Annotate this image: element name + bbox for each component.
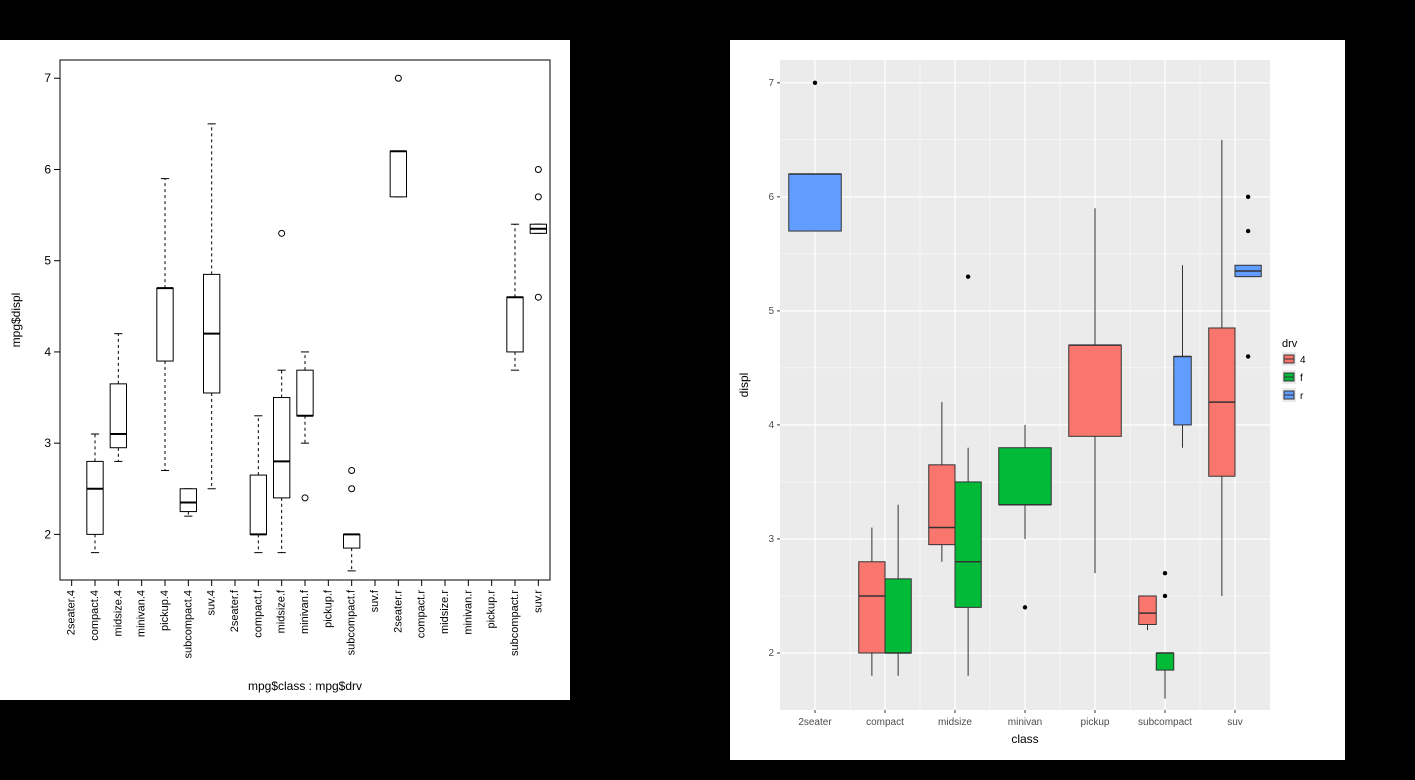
boxplot-outlier <box>1163 571 1167 575</box>
x-tick-label: compact <box>866 717 904 728</box>
x-tick-label: suv <box>1227 717 1243 728</box>
y-tick-label: 7 <box>768 78 774 89</box>
x-tick-label: suv.r <box>532 590 544 613</box>
y-tick-label: 3 <box>768 534 774 545</box>
x-tick-label: suv.f <box>369 589 381 612</box>
x-tick-label: compact.f <box>252 589 264 638</box>
y-tick-label: 2 <box>768 648 774 659</box>
plot-frame <box>60 60 550 580</box>
x-tick-label: pickup.4 <box>159 590 171 631</box>
x-tick-label: midsize <box>938 717 972 728</box>
y-tick-label: 5 <box>44 254 51 268</box>
x-tick-label: 2seater.f <box>229 589 241 632</box>
legend-title: drv <box>1282 338 1298 350</box>
boxplot-outlier <box>1163 594 1167 598</box>
boxplot-outlier <box>279 230 285 236</box>
boxplot-box <box>885 579 911 653</box>
y-axis-label: displ <box>737 373 751 398</box>
boxplot-box <box>250 475 266 534</box>
boxplot-outlier <box>1023 605 1027 609</box>
boxplot-box <box>1139 596 1157 625</box>
x-tick-label: pickup <box>1081 717 1110 728</box>
boxplot-outlier <box>302 495 308 501</box>
boxplot-box <box>157 288 173 361</box>
boxplot-box <box>297 370 313 416</box>
y-tick-label: 7 <box>44 71 51 85</box>
x-tick-label: minivan <box>1008 717 1042 728</box>
x-tick-label: subcompact.4 <box>182 590 194 658</box>
boxplot-box <box>390 151 406 197</box>
boxplot-outlier <box>535 194 541 200</box>
x-tick-label: midsize.4 <box>112 590 124 636</box>
boxplot-box <box>789 174 842 231</box>
y-tick-label: 4 <box>768 420 774 431</box>
boxplot-box <box>955 482 981 607</box>
x-tick-label: compact.r <box>416 590 428 639</box>
chart-container: 2 3 4 5 6 7 mpg$displ mpg$class : mpg$drv 2seate… <box>0 0 1415 780</box>
x-tick-label: 2seater <box>798 717 832 728</box>
right-chart-panel: 2 3 4 5 6 7 2seater compact midsize minivan pickup… <box>730 40 1345 760</box>
x-axis-label: mpg$class : mpg$drv <box>248 679 362 693</box>
legend-label: 4 <box>1300 355 1306 366</box>
y-axis-label: mpg$displ <box>9 293 23 348</box>
boxplot-outlier <box>535 294 541 300</box>
boxplot-box <box>929 465 955 545</box>
x-tick-label: subcompact.f <box>346 589 358 655</box>
boxplot-box <box>274 398 290 498</box>
x-tick-label: minivan.f <box>299 589 311 634</box>
boxplot-box <box>999 448 1052 505</box>
boxplot-outlier <box>349 486 355 492</box>
left-chart-panel: 2 3 4 5 6 7 mpg$displ mpg$class : mpg$drv 2seate… <box>0 40 570 700</box>
boxplot-outlier <box>1246 229 1250 233</box>
x-tick-label: midsize.f <box>276 589 288 633</box>
y-tick-label: 5 <box>768 306 774 317</box>
boxplot-outlier <box>535 166 541 172</box>
x-axis-label: class <box>1011 732 1038 746</box>
boxplot-outlier <box>1246 354 1250 358</box>
boxplot-outlier <box>966 274 970 278</box>
boxplot-box <box>507 297 523 352</box>
boxplot-box <box>859 562 885 653</box>
x-tick-label: pickup.f <box>322 589 334 628</box>
x-tick-label: compact.4 <box>89 590 101 641</box>
legend-label: r <box>1300 391 1304 402</box>
boxplot-box <box>1174 356 1192 424</box>
y-tick-label: 6 <box>44 162 51 176</box>
legend-label: f <box>1300 373 1303 384</box>
boxplot-outlier <box>349 468 355 474</box>
x-tick-label: suv.4 <box>206 590 218 615</box>
y-tick-label: 3 <box>44 436 51 450</box>
x-tick-label: subcompact.r <box>509 590 521 656</box>
boxplot-box <box>180 489 196 512</box>
boxplot-box <box>87 461 103 534</box>
x-tick-label: 2seater.4 <box>66 590 78 635</box>
boxplot-box <box>1156 653 1174 670</box>
boxplot-box <box>344 534 360 548</box>
x-tick-label: minivan.r <box>462 590 474 635</box>
x-tick-label: pickup.r <box>486 590 498 629</box>
y-tick-label: 2 <box>44 527 51 541</box>
right-chart-svg: 2 3 4 5 6 7 2seater compact midsize minivan pickup… <box>730 40 1345 760</box>
boxplot-outlier <box>1246 195 1250 199</box>
x-tick-label: subcompact <box>1138 717 1192 728</box>
boxplot-outlier <box>395 75 401 81</box>
boxplot-box <box>1069 345 1122 436</box>
x-tick-label: midsize.r <box>439 590 451 634</box>
left-chart-svg: 2 3 4 5 6 7 mpg$displ mpg$class : mpg$drv 2seate… <box>0 40 570 700</box>
x-tick-label: minivan.4 <box>136 590 148 637</box>
y-tick-label: 6 <box>768 192 774 203</box>
x-tick-label: 2seater.r <box>392 590 404 633</box>
y-tick-label: 4 <box>44 345 51 359</box>
boxplot-box <box>110 384 126 448</box>
boxplot-outlier <box>813 81 817 85</box>
